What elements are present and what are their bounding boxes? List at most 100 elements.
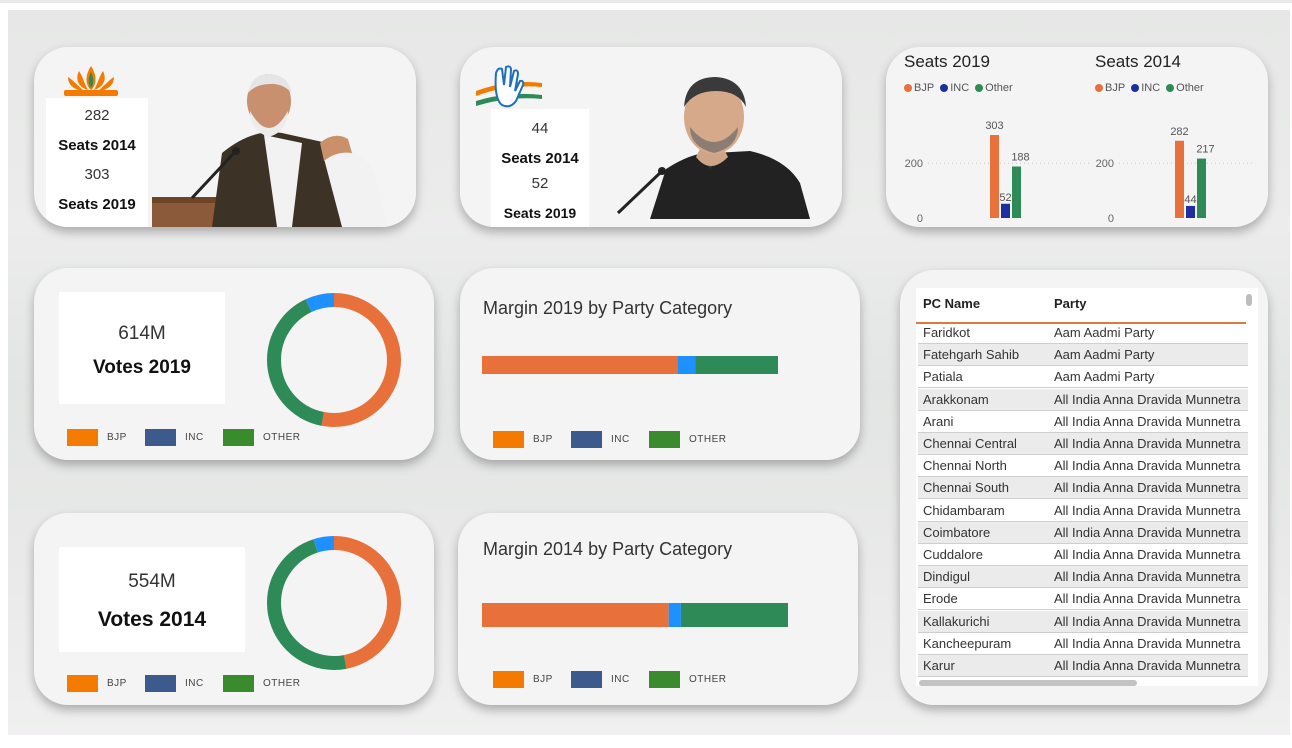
column-header-pc-name[interactable]: PC Name	[923, 296, 980, 311]
bjp-seats-box: 282 Seats 2014 303 Seats 2019	[46, 98, 148, 227]
hand-logo-icon	[476, 65, 542, 108]
cell-pc-name: Cuddalore	[923, 547, 983, 562]
cell-pc-name: Patiala	[923, 369, 963, 385]
cell-pc-name: Arakkonam	[923, 391, 989, 407]
bjp-leader-card[interactable]: 282 Seats 2014 303 Seats 2019	[34, 47, 416, 227]
table-row[interactable]: Chennai South All India Anna Dravida Munn…	[918, 477, 1248, 500]
margin-2014-card[interactable]: Margin 2014 by Party Category BJP INC OT…	[458, 513, 858, 705]
vertical-scrollbar[interactable]	[1246, 294, 1252, 306]
votes-2019-value: 614M	[118, 323, 166, 344]
bjp-seats-2019-value: 303	[84, 166, 110, 183]
table-row[interactable]: Cuddalore All India Anna Dravida Munnetra	[918, 544, 1248, 566]
table-row[interactable]: Patiala Aam Aadmi Party	[918, 366, 1248, 389]
cell-party: All India Anna Dravida Munnetra	[1054, 480, 1241, 496]
margin-2014-title: Margin 2014 by Party Category	[483, 539, 733, 559]
inc-seats-box: 44 Seats 2014 52 Seats 2019	[491, 109, 589, 227]
votes-2019-legend: BJP INC OTHER	[67, 429, 301, 446]
table-row[interactable]: Erode All India Anna Dravida Munnetra	[918, 588, 1248, 611]
table-row[interactable]: Dindigul All India Anna Dravida Munnetra	[918, 566, 1248, 589]
margin-segment-bjp	[482, 603, 669, 627]
bar-other	[1012, 166, 1021, 218]
votes-2019-donut-chart	[267, 293, 401, 427]
cell-pc-name: Erode	[923, 591, 958, 607]
votes-2014-legend: BJP INC OTHER	[67, 675, 301, 692]
y-tick-label: 0	[917, 213, 923, 225]
bar-bjp	[990, 135, 999, 218]
margin-2019-title: Margin 2019 by Party Category	[483, 298, 733, 318]
table-row[interactable]: Kallakurichi All India Anna Dravida Munne…	[918, 610, 1248, 633]
legend-swatch-bjp	[493, 431, 524, 448]
table-row[interactable]: Arakkonam All India Anna Dravida Munnetra	[918, 388, 1248, 411]
inc-leader-portrait	[616, 77, 810, 219]
table-row[interactable]: Fatehgarh Sahib Aam Aadmi Party	[918, 344, 1248, 367]
legend-label-bjp: BJP	[107, 432, 127, 443]
margin-2019-card[interactable]: Margin 2019 by Party Category BJP INC OT…	[460, 268, 860, 460]
legend-label-inc: INC	[185, 678, 204, 689]
horizontal-scrollbar[interactable]	[919, 680, 1137, 686]
margin-2019-stacked-bar	[482, 356, 778, 374]
cell-party: All India Anna Dravida Munnetra	[1054, 547, 1241, 562]
legend-label-inc: INC	[185, 432, 204, 443]
table-row[interactable]: Chennai North All India Anna Dravida Munn…	[918, 455, 1248, 478]
margin-segment-inc	[677, 356, 696, 374]
cell-party: Aam Aadmi Party	[1054, 347, 1155, 363]
table-row[interactable]: Karur All India Anna Dravida Munnetra	[918, 655, 1248, 677]
legend-swatch-other	[223, 675, 254, 692]
data-label-inc: 52	[999, 192, 1011, 204]
table-row[interactable]: Kancheepuram All India Anna Dravida Munne…	[918, 633, 1248, 655]
table-row[interactable]: Arani All India Anna Dravida Munnetra	[918, 411, 1248, 433]
cell-party: All India Anna Dravida Munnetra	[1054, 613, 1241, 629]
cell-party: All India Anna Dravida Munnetra	[1054, 502, 1241, 518]
bjp-seats-2014-label: Seats 2014	[58, 137, 136, 154]
legend-swatch-bjp	[493, 671, 524, 688]
table-row[interactable]: Coimbatore All India Anna Dravida Munnetr…	[918, 521, 1248, 544]
cell-party: All India Anna Dravida Munnetra	[1054, 635, 1241, 651]
margin-2014-legend: BJP INC OTHER	[493, 671, 727, 688]
votes-2014-value: 554M	[128, 571, 176, 592]
data-label-bjp: 303	[985, 120, 1003, 132]
table-row[interactable]: Chennai Central All India Anna Dravida Mu…	[918, 433, 1248, 455]
cell-party: All India Anna Dravida Munnetra	[1054, 569, 1241, 585]
bar-bjp	[1175, 140, 1184, 218]
bjp-seats-2019-label: Seats 2019	[58, 196, 136, 213]
seats-chart-card[interactable]: Seats 2019 BJP INC Other Seats 2014 BJP …	[886, 47, 1268, 227]
table-header: PC Name Party	[916, 288, 1246, 324]
legend-label-other: OTHER	[263, 678, 301, 689]
cell-party: Aam Aadmi Party	[1054, 369, 1155, 385]
cell-party: All India Anna Dravida Munnetra	[1054, 591, 1241, 607]
inc-leader-card[interactable]: 44 Seats 2014 52 Seats 2019	[460, 47, 842, 227]
margin-segment-other	[695, 356, 778, 374]
legend-swatch-other	[649, 431, 680, 448]
cell-pc-name: Chennai North	[923, 458, 1007, 474]
cell-party: All India Anna Dravida Munnetra	[1054, 436, 1241, 451]
lotus-logo-icon	[64, 66, 118, 96]
cell-pc-name: Chennai Central	[923, 436, 1017, 451]
table-row[interactable]: Faridkot Aam Aadmi Party	[918, 322, 1248, 344]
constituency-table[interactable]: PC Name Party Faridkot Aam Aadmi Party Fat…	[916, 288, 1258, 686]
inc-seats-2014-value: 44	[531, 120, 549, 137]
votes-2019-box: 614M Votes 2019	[59, 292, 225, 404]
votes-2014-card[interactable]: 554M Votes 2014 BJP INC OTHER	[34, 513, 434, 705]
legend-label-other: OTHER	[689, 674, 727, 685]
bjp-seats-2014-value: 282	[84, 107, 110, 124]
cell-pc-name: Fatehgarh Sahib	[923, 347, 1020, 363]
cell-pc-name: Kancheepuram	[923, 635, 1012, 651]
legend-swatch-inc	[571, 431, 602, 448]
column-header-party[interactable]: Party	[1054, 296, 1087, 311]
cell-party: All India Anna Dravida Munnetra	[1054, 524, 1241, 540]
legend-label-bjp: BJP	[533, 434, 553, 445]
bar-inc	[1186, 205, 1195, 218]
votes-2014-label: Votes 2014	[97, 608, 207, 631]
bar-other	[1197, 158, 1206, 218]
seats-bar-charts: 0 200 303 52 188 0 200 282 44 217	[905, 120, 1254, 225]
cell-party: Aam Aadmi Party	[1054, 325, 1155, 340]
legend-label-inc: INC	[611, 674, 630, 685]
legend-swatch-other	[223, 429, 254, 446]
cell-pc-name: Arani	[923, 413, 954, 429]
margin-segment-bjp	[482, 356, 678, 374]
votes-2019-card[interactable]: 614M Votes 2019 BJP INC OTHER	[34, 268, 434, 460]
inc-seats-2019-label: Seats 2019	[503, 205, 577, 221]
y-tick-label: 0	[1108, 213, 1114, 225]
table-row[interactable]: Chidambaram All India Anna Dravida Munnet…	[918, 500, 1248, 522]
cell-pc-name: Kallakurichi	[923, 613, 990, 629]
